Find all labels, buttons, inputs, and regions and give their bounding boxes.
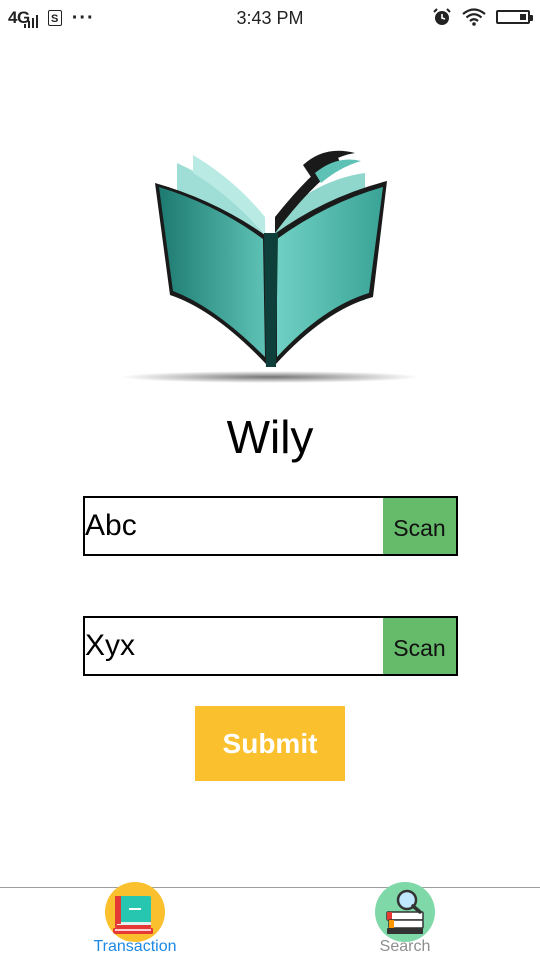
app-title: Wily [226,411,314,463]
tab-search[interactable]: Search [305,882,505,960]
status-bar: 4G S ··· 3:43 PM [0,0,540,36]
bottom-tab-bar: Transaction Search [0,882,540,960]
tab-transaction-label: Transaction [93,938,177,955]
submit-button[interactable]: Submit [195,706,345,781]
books-icon [105,882,165,942]
wifi-icon [462,8,486,26]
battery-level [520,14,526,20]
book-logo-icon [120,150,420,383]
screen: 4G S ··· 3:43 PM Wily Abc Scan Xyx Scan … [0,0,540,960]
scan-student-id-button[interactable]: Scan [383,618,456,674]
student-id-row: Scan [83,616,458,676]
scan-book-id-button[interactable]: Scan [383,498,456,554]
search-books-icon [375,882,435,942]
status-right [432,7,533,27]
alarm-icon [433,8,451,25]
book-id-input[interactable] [85,498,383,554]
tab-search-label: Search [379,938,431,955]
tab-transaction[interactable]: Transaction [35,882,235,960]
battery-icon [496,10,533,24]
book-id-row: Scan [83,496,458,556]
student-id-input[interactable] [85,618,383,674]
